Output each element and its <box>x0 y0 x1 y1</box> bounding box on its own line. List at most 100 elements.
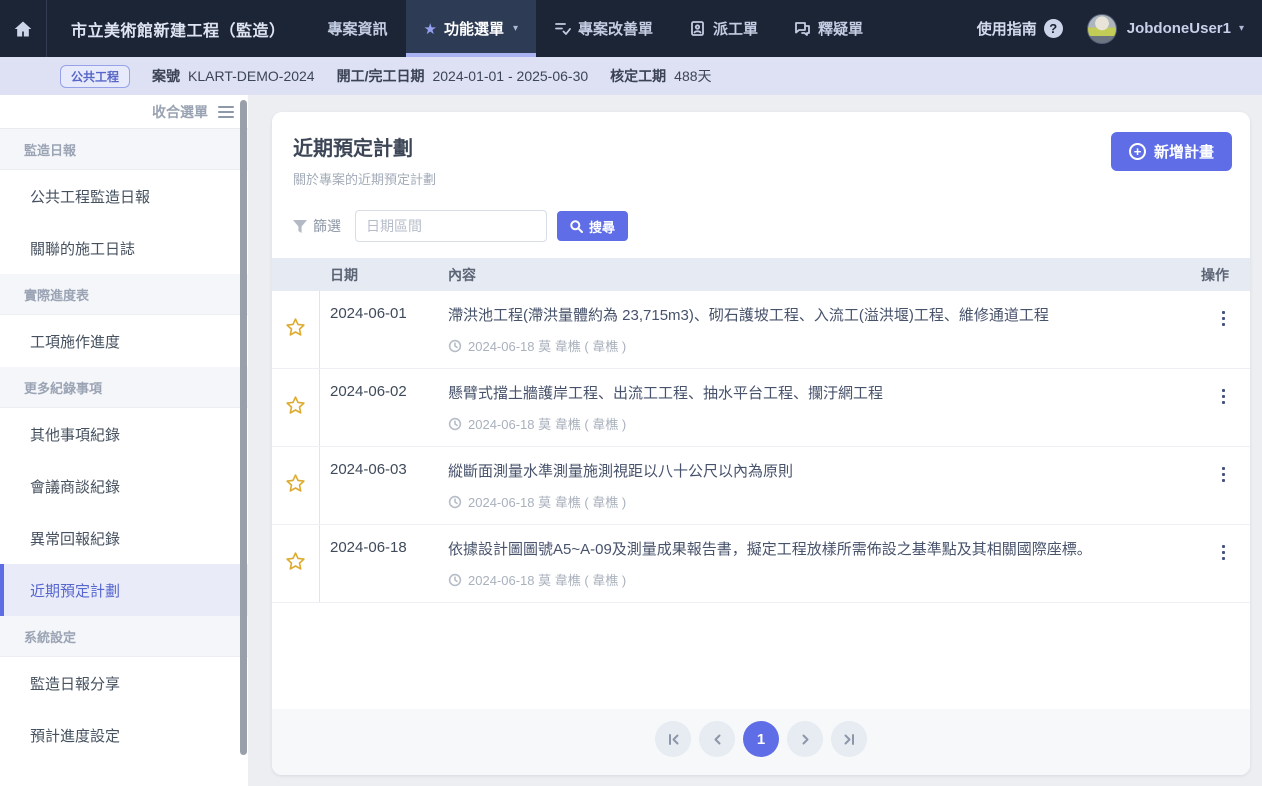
sidebar-item-label: 關聯的施工日誌 <box>30 238 135 259</box>
row-actions-kebab-icon[interactable] <box>1218 539 1229 566</box>
id-badge-icon <box>689 20 706 37</box>
plans-table: 日期 內容 操作 2024-06-01 滯洪池工程(滯洪量體約為 23,715m… <box>272 258 1250 603</box>
search-icon <box>570 220 583 233</box>
tab-clarification-form[interactable]: 釋疑單 <box>776 0 881 57</box>
plus-circle-icon: + <box>1129 143 1146 160</box>
star-outline-icon <box>284 472 307 495</box>
chevron-left-icon <box>710 732 725 747</box>
sidebar-section: 監造日報 公共工程監造日報 關聯的施工日誌 <box>0 129 248 274</box>
chevron-down-icon: ▾ <box>513 23 518 34</box>
star-outline-icon <box>284 394 307 417</box>
favorite-star-button[interactable] <box>284 316 307 344</box>
search-button[interactable]: 搜尋 <box>557 211 628 241</box>
history-clock-icon <box>448 573 462 587</box>
sidebar-scrollbar[interactable] <box>240 100 247 755</box>
add-plan-button[interactable]: + 新增計畫 <box>1111 132 1232 171</box>
approved-duration-field: 核定工期 488天 <box>610 66 711 86</box>
sidebar-item[interactable]: 監造日報分享 <box>0 657 248 709</box>
row-date: 2024-06-03 <box>320 447 444 524</box>
sidebar-item-label: 近期預定計劃 <box>30 580 120 601</box>
sidebar-item[interactable]: 工項施作進度 <box>0 315 248 367</box>
project-title: 市立美術館新建工程（監造） <box>47 17 310 41</box>
sidebar-item-label: 工項施作進度 <box>30 331 120 352</box>
row-meta-text: 2024-06-18 莫 韋樵 ( 韋樵 ) <box>468 492 626 511</box>
table-row: 2024-06-03 縱斷面測量水準測量施測視距以八十公尺以內為原則 2024-… <box>272 447 1250 525</box>
table-row: 2024-06-02 懸臂式擋土牆護岸工程、出流工工程、抽水平台工程、攔汙網工程… <box>272 369 1250 447</box>
home-button[interactable] <box>0 0 46 57</box>
sidebar-item[interactable]: 其他事項紀錄 <box>0 408 248 460</box>
sidebar-section-title: 更多紀錄事項 <box>0 367 248 408</box>
sidebar-item[interactable]: 會議商談紀錄 <box>0 460 248 512</box>
current-page-button[interactable]: 1 <box>743 721 779 757</box>
chevron-down-icon: ▾ <box>1239 23 1244 34</box>
actions-column-header: 操作 <box>1188 265 1250 285</box>
filter-icon <box>293 220 307 233</box>
tab-improvement-form[interactable]: 專案改善單 <box>536 0 671 57</box>
row-content-text[interactable]: 縱斷面測量水準測量施測視距以八十公尺以內為原則 <box>448 447 1188 482</box>
sidebar-section-items: 其他事項紀錄 會議商談紀錄 異常回報紀錄 近期預定計劃 <box>0 408 248 616</box>
sidebar-item-label: 異常回報紀錄 <box>30 528 120 549</box>
sidebar-item[interactable]: 異常回報紀錄 <box>0 512 248 564</box>
tab-dispatch-form[interactable]: 派工單 <box>671 0 776 57</box>
tab-function-menu[interactable]: ★ 功能選單 ▾ <box>406 0 537 57</box>
sidebar-item[interactable]: 公共工程監造日報 <box>0 170 248 222</box>
row-meta: 2024-06-18 莫 韋樵 ( 韋樵 ) <box>448 414 1188 433</box>
checklist-icon <box>554 20 571 37</box>
history-clock-icon <box>448 339 462 353</box>
sidebar-item-label: 其他事項紀錄 <box>30 424 120 445</box>
row-content-text[interactable]: 懸臂式擋土牆護岸工程、出流工工程、抽水平台工程、攔汙網工程 <box>448 369 1188 404</box>
favorite-star-button[interactable] <box>284 394 307 422</box>
row-meta: 2024-06-18 莫 韋樵 ( 韋樵 ) <box>448 570 1188 589</box>
project-info-bar: 公共工程 案號 KLART-DEMO-2024 開工/完工日期 2024-01-… <box>0 57 1262 95</box>
row-meta: 2024-06-18 莫 韋樵 ( 韋樵 ) <box>448 492 1188 511</box>
previous-page-button[interactable] <box>699 721 735 757</box>
row-content-text[interactable]: 滯洪池工程(滯洪量體約為 23,715m3)、砌石護坡工程、入流工(溢洪堰)工程… <box>448 291 1188 326</box>
top-navbar: 市立美術館新建工程（監造） 專案資訊 ★ 功能選單 ▾ 專案改善單 派工單 釋疑… <box>0 0 1262 57</box>
sidebar-section-title: 系統設定 <box>0 616 248 657</box>
star-outline-icon <box>284 550 307 573</box>
navbar-tabs: 專案資訊 ★ 功能選單 ▾ 專案改善單 派工單 釋疑單 <box>310 0 882 57</box>
sidebar: 收合選單 監造日報 公共工程監造日報 關聯的施工日誌 實際進度表 工項施作進度 … <box>0 95 248 786</box>
favorite-star-button[interactable] <box>284 550 307 578</box>
date-column-header: 日期 <box>320 265 444 285</box>
sidebar-section: 更多紀錄事項 其他事項紀錄 會議商談紀錄 異常回報紀錄 近期預定計劃 <box>0 367 248 616</box>
sidebar-section-title: 實際進度表 <box>0 274 248 315</box>
first-page-button[interactable] <box>655 721 691 757</box>
tab-project-info[interactable]: 專案資訊 <box>310 0 406 57</box>
sidebar-item-label: 預計進度設定 <box>30 725 120 746</box>
row-date: 2024-06-18 <box>320 525 444 602</box>
row-meta: 2024-06-18 莫 韋樵 ( 韋樵 ) <box>448 336 1188 355</box>
pagination: 1 <box>272 709 1250 775</box>
sidebar-item-label: 會議商談紀錄 <box>30 476 120 497</box>
chevron-right-icon <box>798 732 813 747</box>
row-actions-kebab-icon[interactable] <box>1218 461 1229 488</box>
table-row: 2024-06-01 滯洪池工程(滯洪量體約為 23,715m3)、砌石護坡工程… <box>272 291 1250 369</box>
user-guide-link[interactable]: 使用指南 ? <box>977 18 1063 39</box>
star-icon: ★ <box>424 20 437 38</box>
content-column-header: 內容 <box>444 265 1188 285</box>
project-type-badge: 公共工程 <box>60 65 130 88</box>
date-range-input[interactable] <box>355 210 547 242</box>
next-page-button[interactable] <box>787 721 823 757</box>
favorite-star-button[interactable] <box>284 472 307 500</box>
sidebar-section: 系統設定 監造日報分享 預計進度設定 <box>0 616 248 761</box>
home-icon <box>13 19 33 39</box>
star-outline-icon <box>284 316 307 339</box>
sidebar-item[interactable]: 近期預定計劃 <box>0 564 248 616</box>
sidebar-item[interactable]: 預計進度設定 <box>0 709 248 761</box>
row-actions-kebab-icon[interactable] <box>1218 305 1229 332</box>
row-content-text[interactable]: 依據設計圖圖號A5~A-09及測量成果報告書，擬定工程放樣所需佈設之基準點及其相… <box>448 525 1188 560</box>
collapse-menu-button[interactable]: 收合選單 <box>0 95 248 129</box>
row-actions-kebab-icon[interactable] <box>1218 383 1229 410</box>
table-header-row: 日期 內容 操作 <box>272 258 1250 291</box>
page-title: 近期預定計劃 <box>293 132 436 161</box>
sidebar-section-items: 監造日報分享 預計進度設定 <box>0 657 248 761</box>
last-page-icon <box>842 732 857 747</box>
row-meta-text: 2024-06-18 莫 韋樵 ( 韋樵 ) <box>468 336 626 355</box>
history-clock-icon <box>448 417 462 431</box>
sidebar-item[interactable]: 關聯的施工日誌 <box>0 222 248 274</box>
user-avatar[interactable] <box>1087 14 1117 44</box>
last-page-button[interactable] <box>831 721 867 757</box>
user-menu[interactable]: JobdoneUser1 ▾ <box>1127 20 1244 37</box>
row-meta-text: 2024-06-18 莫 韋樵 ( 韋樵 ) <box>468 570 626 589</box>
